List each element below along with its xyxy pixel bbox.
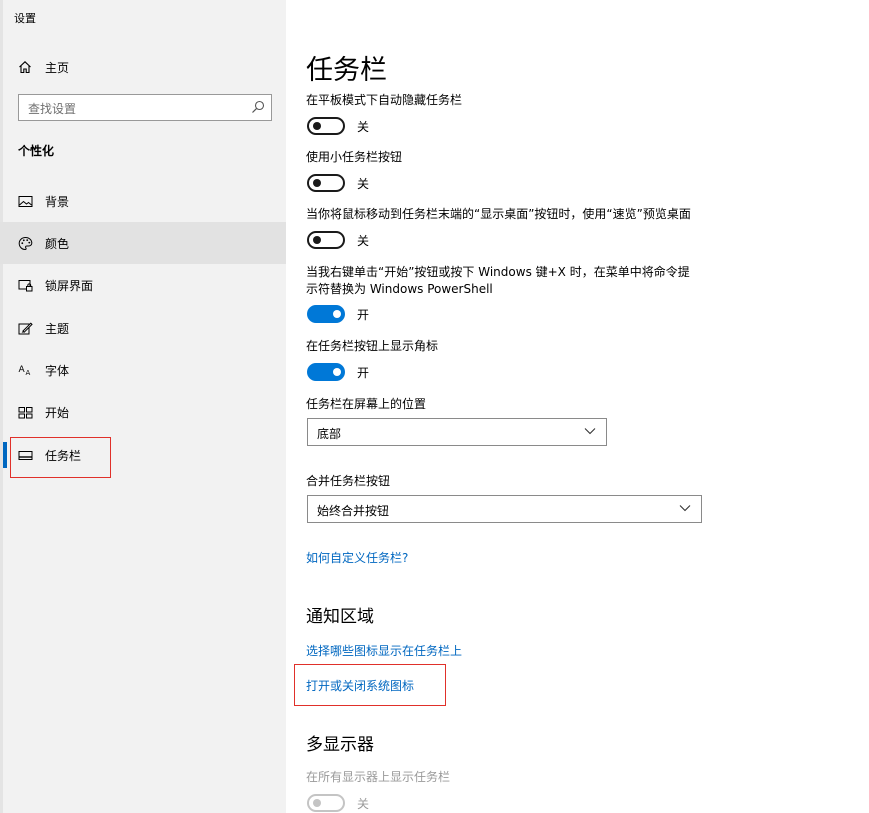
toggle-knob bbox=[333, 310, 341, 318]
sidebar-item-fonts[interactable]: A A 字体 bbox=[0, 349, 286, 391]
notification-area-heading: 通知区域 bbox=[306, 607, 374, 627]
toggle-peek[interactable] bbox=[307, 231, 345, 249]
sidebar-item-background[interactable]: 背景 bbox=[0, 180, 286, 222]
sidebar-item-label: 锁屏界面 bbox=[45, 279, 94, 293]
sidebar-item-label: 字体 bbox=[45, 364, 70, 378]
search-placeholder: 查找设置 bbox=[28, 102, 77, 116]
sidebar-item-themes[interactable]: 主题 bbox=[0, 307, 286, 349]
home-label: 主页 bbox=[45, 61, 70, 75]
chevron-down-icon bbox=[679, 505, 691, 512]
page-title: 任务栏 bbox=[306, 55, 387, 86]
sidebar-item-label: 主题 bbox=[45, 322, 70, 336]
highlight-box-system-icons bbox=[294, 664, 446, 706]
setting-label-all-displays: 在所有显示器上显示任务栏 bbox=[306, 770, 451, 784]
main-panel: 任务栏 在平板模式下自动隐藏任务栏 关 使用小任务栏按钮 关 当你将鼠标移动到任… bbox=[286, 0, 869, 813]
position-dropdown[interactable]: 底部 bbox=[307, 418, 607, 446]
toggle-small-buttons[interactable] bbox=[307, 174, 345, 192]
selection-indicator bbox=[3, 442, 7, 468]
multiple-displays-heading: 多显示器 bbox=[306, 735, 374, 755]
sidebar-home[interactable]: 主页 bbox=[0, 52, 286, 82]
position-label: 任务栏在屏幕上的位置 bbox=[306, 397, 427, 411]
settings-window: 设置 主页 查找设置 个性化 背景 颜色 锁屏界面 主题 A A 字体 开始 任… bbox=[0, 0, 869, 813]
start-icon bbox=[18, 407, 33, 419]
palette-icon bbox=[18, 236, 33, 251]
combine-label: 合并任务栏按钮 bbox=[306, 474, 391, 488]
toggle-state-text: 关 bbox=[357, 234, 370, 248]
sidebar: 设置 主页 查找设置 个性化 背景 颜色 锁屏界面 主题 A A 字体 开始 任… bbox=[0, 0, 286, 813]
chevron-down-icon bbox=[584, 428, 596, 435]
window-title: 设置 bbox=[14, 12, 36, 25]
sidebar-section-heading: 个性化 bbox=[18, 144, 55, 158]
toggle-knob bbox=[313, 179, 321, 187]
position-value: 底部 bbox=[317, 427, 342, 441]
picture-icon bbox=[18, 196, 33, 207]
toggle-badges[interactable] bbox=[307, 363, 345, 381]
setting-label-powershell-line1: 当我右键单击“开始”按钮或按下 Windows 键+X 时，在菜单中将命令提 bbox=[306, 265, 690, 279]
toggle-state-text: 开 bbox=[357, 308, 370, 322]
combine-dropdown[interactable]: 始终合并按钮 bbox=[307, 495, 702, 523]
theme-icon bbox=[18, 322, 33, 335]
sidebar-item-colors[interactable]: 颜色 bbox=[0, 222, 286, 264]
toggle-state-text: 关 bbox=[357, 797, 370, 811]
toggle-state-text: 关 bbox=[357, 177, 370, 191]
home-icon bbox=[19, 61, 31, 74]
highlight-box-taskbar bbox=[10, 437, 111, 478]
toggle-knob bbox=[333, 368, 341, 376]
setting-label-auto-hide-tablet: 在平板模式下自动隐藏任务栏 bbox=[306, 93, 463, 107]
setting-label-badges: 在任务栏按钮上显示角标 bbox=[306, 339, 439, 353]
toggle-powershell[interactable] bbox=[307, 305, 345, 323]
toggle-state-text: 关 bbox=[357, 120, 370, 134]
toggle-all-displays[interactable] bbox=[307, 794, 345, 812]
search-icon bbox=[252, 100, 265, 113]
customize-taskbar-link[interactable]: 如何自定义任务栏? bbox=[306, 549, 408, 566]
setting-label-small-buttons: 使用小任务栏按钮 bbox=[306, 150, 403, 164]
toggle-state-text: 开 bbox=[357, 366, 370, 380]
sidebar-item-label: 背景 bbox=[45, 195, 70, 209]
lock-screen-icon bbox=[18, 280, 33, 292]
svg-text:A: A bbox=[26, 369, 31, 377]
setting-label-powershell-line2: 示符替换为 Windows PowerShell bbox=[306, 282, 493, 296]
svg-text:A: A bbox=[19, 365, 26, 375]
sidebar-item-start[interactable]: 开始 bbox=[0, 391, 286, 433]
setting-label-peek: 当你将鼠标移动到任务栏末端的“显示桌面”按钮时，使用“速览”预览桌面 bbox=[306, 207, 691, 221]
toggle-knob bbox=[313, 122, 321, 130]
toggle-auto-hide-tablet[interactable] bbox=[307, 117, 345, 135]
font-icon: A A bbox=[19, 365, 31, 377]
sidebar-item-lock-screen[interactable]: 锁屏界面 bbox=[0, 264, 286, 306]
search-input[interactable]: 查找设置 bbox=[18, 94, 272, 121]
sidebar-item-label: 颜色 bbox=[45, 237, 70, 251]
toggle-knob bbox=[313, 236, 321, 244]
toggle-knob bbox=[313, 799, 321, 807]
combine-value: 始终合并按钮 bbox=[317, 504, 390, 518]
select-icons-link[interactable]: 选择哪些图标显示在任务栏上 bbox=[306, 642, 462, 659]
sidebar-item-label: 开始 bbox=[45, 406, 70, 420]
